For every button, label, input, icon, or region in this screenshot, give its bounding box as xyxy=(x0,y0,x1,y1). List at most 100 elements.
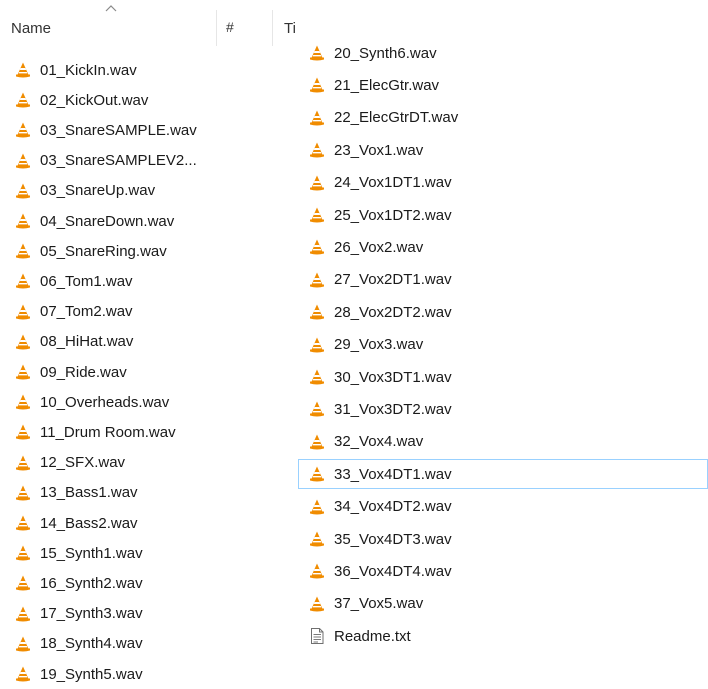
file-name: 29_Vox3.wav xyxy=(334,336,424,354)
file-name: 26_Vox2.wav xyxy=(334,238,424,256)
vlc-cone-icon xyxy=(308,400,326,418)
file-name: 21_ElecGtr.wav xyxy=(334,76,440,94)
file-name: 03_SnareSAMPLEV2... xyxy=(40,152,197,170)
file-item[interactable]: 33_Vox4DT1.wav xyxy=(298,459,708,490)
vlc-cone-icon xyxy=(14,514,32,532)
file-name: 08_HiHat.wav xyxy=(40,333,134,351)
file-item[interactable]: 22_ElecGtrDT.wav xyxy=(298,103,708,133)
vlc-cone-icon xyxy=(308,174,326,192)
vlc-cone-icon xyxy=(308,368,326,386)
file-name: 19_Synth5.wav xyxy=(40,665,143,683)
file-item[interactable]: 17_Synth3.wav xyxy=(4,599,284,629)
file-name: 18_Synth4.wav xyxy=(40,635,143,653)
file-name: 22_ElecGtrDT.wav xyxy=(334,109,459,127)
vlc-cone-icon xyxy=(14,242,32,260)
column-header-name-label: Name xyxy=(11,20,52,37)
file-name: 09_Ride.wav xyxy=(40,363,127,381)
file-item[interactable]: 23_Vox1.wav xyxy=(298,135,708,165)
text-file-icon xyxy=(308,627,326,645)
file-name: 34_Vox4DT2.wav xyxy=(334,498,452,516)
file-item[interactable]: 03_SnareSAMPLEV2... xyxy=(4,146,284,176)
file-item[interactable]: 27_Vox2DT1.wav xyxy=(298,265,708,295)
file-item[interactable]: 05_SnareRing.wav xyxy=(4,236,284,266)
file-name: 03_SnareSAMPLE.wav xyxy=(40,121,197,139)
file-name: 35_Vox4DT3.wav xyxy=(334,530,452,548)
file-item[interactable]: 25_Vox1DT2.wav xyxy=(298,200,708,230)
vlc-cone-icon xyxy=(308,76,326,94)
vlc-cone-icon xyxy=(14,635,32,653)
file-item[interactable]: 34_Vox4DT2.wav xyxy=(298,492,708,522)
file-item[interactable]: 28_Vox2DT2.wav xyxy=(298,297,708,327)
file-item[interactable]: 30_Vox3DT1.wav xyxy=(298,362,708,392)
file-item[interactable]: Readme.txt xyxy=(298,621,708,651)
vlc-cone-icon xyxy=(14,423,32,441)
file-item[interactable]: 37_Vox5.wav xyxy=(298,589,708,619)
file-name: 23_Vox1.wav xyxy=(334,141,424,159)
file-name: 33_Vox4DT1.wav xyxy=(334,465,452,483)
file-item[interactable]: 26_Vox2.wav xyxy=(298,232,708,262)
file-name: 31_Vox3DT2.wav xyxy=(334,400,452,418)
column-header-name[interactable]: Name xyxy=(0,0,216,48)
file-item[interactable]: 10_Overheads.wav xyxy=(4,387,284,417)
vlc-cone-icon xyxy=(308,336,326,354)
file-item[interactable]: 29_Vox3.wav xyxy=(298,330,708,360)
file-name: 25_Vox1DT2.wav xyxy=(334,206,452,224)
vlc-cone-icon xyxy=(14,363,32,381)
file-item[interactable]: 09_Ride.wav xyxy=(4,357,284,387)
file-item[interactable]: 13_Bass1.wav xyxy=(4,478,284,508)
vlc-cone-icon xyxy=(308,562,326,580)
vlc-cone-icon xyxy=(308,498,326,516)
vlc-cone-icon xyxy=(14,484,32,502)
file-name: 02_KickOut.wav xyxy=(40,91,149,109)
file-item[interactable]: 03_SnareSAMPLE.wav xyxy=(4,115,284,145)
vlc-cone-icon xyxy=(308,238,326,256)
vlc-cone-icon xyxy=(14,454,32,472)
file-item[interactable]: 24_Vox1DT1.wav xyxy=(298,168,708,198)
vlc-cone-icon xyxy=(308,271,326,289)
file-name: 36_Vox4DT4.wav xyxy=(334,562,452,580)
file-item[interactable]: 15_Synth1.wav xyxy=(4,538,284,568)
file-item[interactable]: 36_Vox4DT4.wav xyxy=(298,556,708,586)
file-name: 11_Drum Room.wav xyxy=(40,423,176,441)
file-name: 27_Vox2DT1.wav xyxy=(334,271,452,289)
file-name: 20_Synth6.wav xyxy=(334,44,437,62)
file-item[interactable]: 18_Synth4.wav xyxy=(4,629,284,659)
file-item[interactable]: 21_ElecGtr.wav xyxy=(298,70,708,100)
vlc-cone-icon xyxy=(14,393,32,411)
file-item[interactable]: 35_Vox4DT3.wav xyxy=(298,524,708,554)
vlc-cone-icon xyxy=(14,574,32,592)
file-item[interactable]: 11_Drum Room.wav xyxy=(4,417,284,447)
vlc-cone-icon xyxy=(308,530,326,548)
vlc-cone-icon xyxy=(14,212,32,230)
file-item[interactable]: 20_Synth6.wav xyxy=(298,38,708,68)
file-item[interactable]: 12_SFX.wav xyxy=(4,448,284,478)
file-item[interactable]: 02_KickOut.wav xyxy=(4,85,284,115)
vlc-cone-icon xyxy=(14,152,32,170)
file-item[interactable]: 16_Synth2.wav xyxy=(4,568,284,598)
vlc-cone-icon xyxy=(14,121,32,139)
file-item[interactable]: 19_Synth5.wav xyxy=(4,659,284,689)
vlc-cone-icon xyxy=(308,465,326,483)
file-name: 28_Vox2DT2.wav xyxy=(334,303,452,321)
vlc-cone-icon xyxy=(14,665,32,683)
file-item[interactable]: 32_Vox4.wav xyxy=(298,427,708,457)
file-item[interactable]: 07_Tom2.wav xyxy=(4,297,284,327)
column-header-number[interactable]: # xyxy=(217,0,272,48)
vlc-cone-icon xyxy=(14,272,32,290)
vlc-cone-icon xyxy=(308,433,326,451)
file-name: 03_SnareUp.wav xyxy=(40,182,156,200)
file-item[interactable]: 06_Tom1.wav xyxy=(4,266,284,296)
chevron-up-icon xyxy=(105,5,117,12)
file-name: 12_SFX.wav xyxy=(40,454,126,472)
file-item[interactable]: 08_HiHat.wav xyxy=(4,327,284,357)
file-name: Readme.txt xyxy=(334,627,411,645)
file-name: 10_Overheads.wav xyxy=(40,393,170,411)
vlc-cone-icon xyxy=(308,595,326,613)
file-item[interactable]: 04_SnareDown.wav xyxy=(4,206,284,236)
file-item[interactable]: 31_Vox3DT2.wav xyxy=(298,394,708,424)
file-name: 16_Synth2.wav xyxy=(40,574,143,592)
file-item[interactable]: 01_KickIn.wav xyxy=(4,55,284,85)
vlc-cone-icon xyxy=(308,303,326,321)
file-item[interactable]: 14_Bass2.wav xyxy=(4,508,284,538)
file-item[interactable]: 03_SnareUp.wav xyxy=(4,176,284,206)
